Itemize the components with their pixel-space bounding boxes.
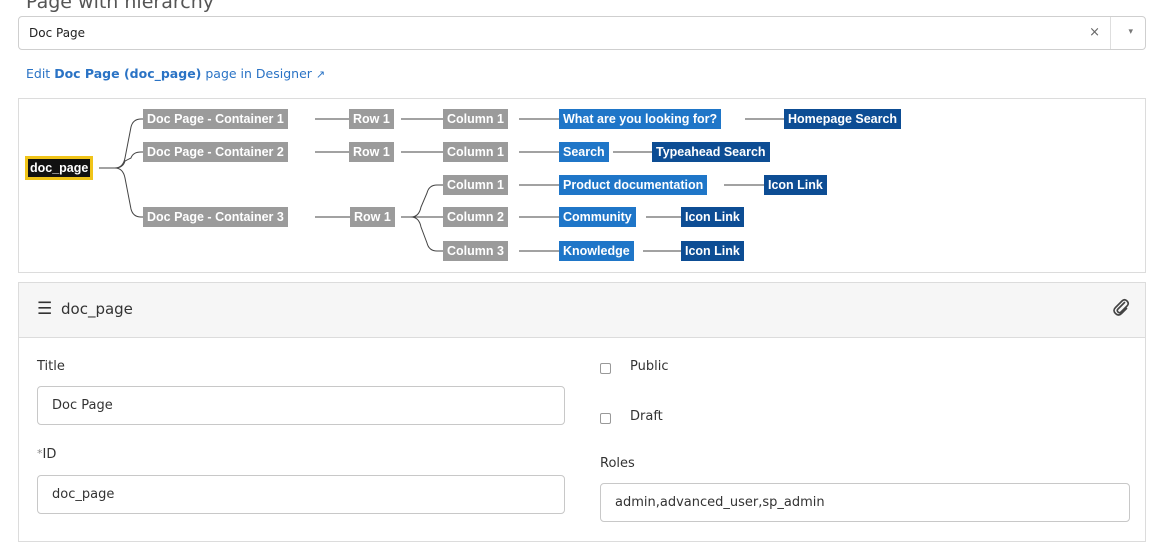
edit-link-suffix: page in Designer <box>201 66 312 81</box>
select-divider <box>1110 17 1111 49</box>
tree-node-column[interactable]: Column 1 <box>443 142 508 162</box>
public-checkbox[interactable] <box>600 363 611 374</box>
id-input[interactable]: doc_page <box>37 475 565 514</box>
tree-node-column[interactable]: Column 3 <box>443 241 508 261</box>
tree-node-widget[interactable]: Typeahead Search <box>652 142 770 162</box>
roles-label: Roles <box>600 456 635 471</box>
form-header: ☰ doc_page <box>19 283 1145 338</box>
page-form-panel: ☰ doc_page Title Doc Page *ID doc_page P… <box>18 282 1146 542</box>
page-heading-partial: Page with hierarchy <box>26 0 214 13</box>
page-hierarchy-tree: doc_page Doc Page - Container 1 Doc Page… <box>18 98 1146 273</box>
page-select[interactable]: Doc Page × ▾ <box>18 16 1146 50</box>
tree-node-instance[interactable]: Product documentation <box>559 175 708 195</box>
form-header-title: doc_page <box>61 300 133 318</box>
draft-label: Draft <box>630 409 663 424</box>
edit-link-prefix: Edit <box>26 66 55 81</box>
draft-checkbox[interactable] <box>600 413 611 424</box>
edit-in-designer-link[interactable]: Edit Doc Page (doc_page) page in Designe… <box>26 66 325 81</box>
tree-node-container[interactable]: Doc Page - Container 1 <box>143 109 288 129</box>
id-label-text: ID <box>42 447 57 462</box>
public-label: Public <box>630 359 669 374</box>
title-label: Title <box>37 359 65 374</box>
hamburger-menu-icon[interactable]: ☰ <box>37 299 52 319</box>
tree-node-widget[interactable]: Homepage Search <box>784 109 902 129</box>
tree-node-row[interactable]: Row 1 <box>349 142 394 162</box>
chevron-down-icon[interactable]: ▾ <box>1128 27 1133 37</box>
page-select-value: Doc Page <box>29 26 86 40</box>
tree-node-instance[interactable]: Community <box>559 207 636 227</box>
tree-node-instance[interactable]: Search <box>559 142 609 162</box>
tree-node-container[interactable]: Doc Page - Container 2 <box>143 142 288 162</box>
tree-node-column[interactable]: Column 1 <box>443 109 508 129</box>
id-label: *ID <box>37 447 56 462</box>
tree-node-column[interactable]: Column 1 <box>443 175 508 195</box>
tree-node-widget[interactable]: Icon Link <box>681 207 744 227</box>
tree-node-instance[interactable]: Knowledge <box>559 241 634 261</box>
tree-node-root[interactable]: doc_page <box>25 156 94 180</box>
tree-node-instance[interactable]: What are you looking for? <box>559 109 722 129</box>
tree-node-container[interactable]: Doc Page - Container 3 <box>143 207 288 227</box>
tree-node-widget[interactable]: Icon Link <box>681 241 744 261</box>
roles-input[interactable]: admin,advanced_user,sp_admin <box>600 483 1130 522</box>
external-link-icon: ↗ <box>315 68 326 81</box>
tree-node-row[interactable]: Row 1 <box>349 109 394 129</box>
tree-node-column[interactable]: Column 2 <box>443 207 508 227</box>
edit-link-page-name: Doc Page (doc_page) <box>54 66 202 81</box>
tree-node-row[interactable]: Row 1 <box>350 207 395 227</box>
clear-icon[interactable]: × <box>1089 25 1100 40</box>
tree-node-widget[interactable]: Icon Link <box>764 175 827 195</box>
paperclip-icon[interactable] <box>1111 297 1131 321</box>
title-input[interactable]: Doc Page <box>37 386 565 425</box>
